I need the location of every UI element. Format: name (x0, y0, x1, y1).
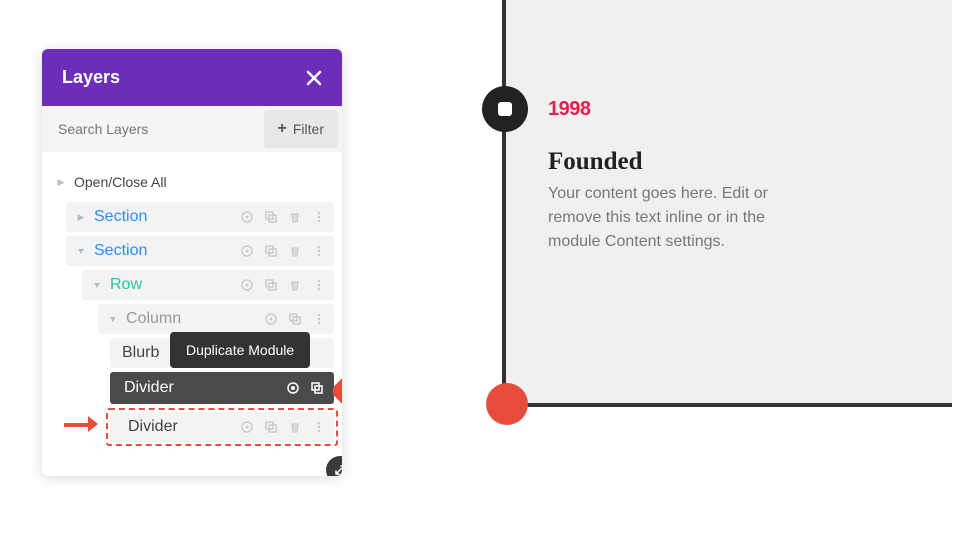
duplicate-icon[interactable] (310, 381, 324, 395)
open-close-all[interactable]: ▶ Open/Close All (50, 166, 334, 198)
chevron-right-icon: ▶ (74, 212, 88, 223)
layer-row[interactable]: ▼ Row (82, 270, 334, 300)
gear-icon[interactable] (240, 244, 254, 258)
layer-tree: ▶ Open/Close All ▶ Section ▼ Section (42, 152, 342, 476)
more-icon[interactable] (312, 210, 326, 224)
duplicate-icon[interactable] (288, 312, 302, 326)
timeline-year: 1998 (548, 98, 591, 121)
preview-area: 1998 Founded Your content goes here. Edi… (502, 0, 952, 407)
duplicate-icon[interactable] (264, 278, 278, 292)
trash-icon[interactable] (288, 244, 302, 258)
highlighted-layer: Divider (106, 408, 338, 446)
trash-icon[interactable] (288, 210, 302, 224)
layer-section[interactable]: ▶ Section (66, 202, 334, 232)
row-actions (240, 278, 326, 292)
duplicate-icon[interactable] (264, 420, 278, 434)
trash-icon[interactable] (288, 278, 302, 292)
layer-section[interactable]: ▼ Section (66, 236, 334, 266)
chevron-down-icon: ▼ (74, 246, 88, 256)
filter-button[interactable]: + Filter (264, 110, 338, 148)
row-actions (286, 381, 324, 395)
tooltip: Duplicate Module (170, 332, 310, 368)
more-icon[interactable] (312, 420, 326, 434)
layer-column[interactable]: ▼ Column (98, 304, 334, 334)
trash-icon[interactable] (288, 420, 302, 434)
chevron-down-icon: ▼ (106, 314, 120, 324)
duplicate-icon[interactable] (264, 210, 278, 224)
row-actions (240, 420, 326, 434)
duplicate-icon[interactable] (264, 244, 278, 258)
panel-title: Layers (62, 67, 120, 88)
timeline-body[interactable]: Your content goes here. Edit or remove t… (548, 182, 778, 254)
timeline-title[interactable]: Founded (548, 148, 642, 176)
more-icon[interactable] (312, 278, 326, 292)
search-input[interactable] (42, 107, 260, 151)
more-icon[interactable] (312, 244, 326, 258)
gear-icon[interactable] (286, 381, 300, 395)
plus-icon: + (278, 120, 287, 138)
gear-icon[interactable] (240, 420, 254, 434)
filter-label: Filter (293, 121, 324, 137)
timeline-dot-icon (486, 383, 528, 425)
row-actions (240, 244, 326, 258)
timeline-node-icon (482, 86, 528, 132)
gear-icon[interactable] (240, 210, 254, 224)
layers-panel: Layers + Filter ▶ Open/Close All ▶ Secti… (42, 49, 342, 476)
layer-divider-active[interactable]: Duplicate Module Divider 1 + (110, 372, 334, 404)
close-icon[interactable] (306, 70, 322, 86)
panel-header: Layers (42, 49, 342, 106)
chevron-down-icon: ▼ (90, 280, 104, 290)
chevron-right-icon: ▶ (54, 177, 68, 188)
search-row: + Filter (42, 106, 342, 152)
layer-divider[interactable]: Divider (110, 412, 334, 442)
gear-icon[interactable] (264, 312, 278, 326)
row-actions (240, 210, 326, 224)
more-icon[interactable] (312, 312, 326, 326)
row-actions (264, 312, 326, 326)
gear-icon[interactable] (240, 278, 254, 292)
arrow-icon (64, 416, 98, 432)
